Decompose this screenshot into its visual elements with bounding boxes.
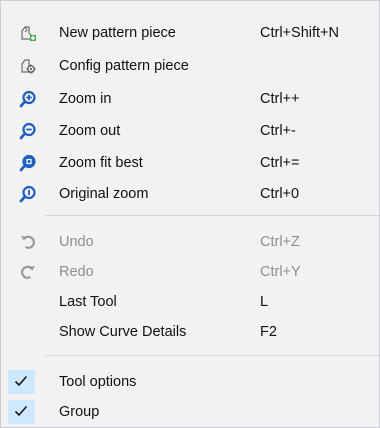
menu-item-label: Undo <box>59 234 94 250</box>
menu-item-shortcut: F2 <box>260 324 277 340</box>
menu-separator <box>45 355 379 356</box>
menu-item-zoom-in[interactable]: Zoom in Ctrl++ <box>1 86 379 112</box>
zoom-out-icon <box>19 122 37 140</box>
menu-item-label: Last Tool <box>59 294 117 310</box>
checkmark-icon <box>8 370 35 394</box>
menu-item-label: Redo <box>59 264 94 280</box>
menu-item-original-zoom[interactable]: Original zoom Ctrl+0 <box>1 181 379 207</box>
menu-item-redo[interactable]: Redo Ctrl+Y <box>1 259 379 285</box>
menu-item-shortcut: Ctrl+Z <box>260 234 300 250</box>
menu-item-last-tool[interactable]: Last Tool L <box>1 289 379 315</box>
zoom-in-icon <box>19 90 37 108</box>
menu-item-shortcut: Ctrl+- <box>260 123 296 139</box>
menu-item-label: Original zoom <box>59 186 149 202</box>
menu-item-group[interactable]: Group <box>1 399 379 425</box>
menu-item-tool-options[interactable]: Tool options <box>1 369 379 395</box>
menu-item-config-pattern-piece[interactable]: Config pattern piece <box>1 53 379 79</box>
menu-item-shortcut: L <box>260 294 269 310</box>
menu-item-label: Zoom out <box>59 123 121 139</box>
menu-item-new-pattern-piece[interactable]: New pattern piece Ctrl+Shift+N <box>1 20 379 46</box>
menu-item-zoom-out[interactable]: Zoom out Ctrl+- <box>1 118 379 144</box>
menu-item-label: Group <box>59 404 100 420</box>
menu-item-zoom-fit-best[interactable]: Zoom fit best Ctrl+= <box>1 150 379 176</box>
menu-separator <box>45 215 379 216</box>
context-menu: New pattern piece Ctrl+Shift+N Config pa… <box>0 0 380 428</box>
menu-item-label: Zoom in <box>59 91 112 107</box>
undo-icon <box>19 233 37 251</box>
menu-item-label: Tool options <box>59 374 137 390</box>
menu-item-shortcut: Ctrl+= <box>260 155 300 171</box>
new-pattern-piece-icon <box>19 24 37 42</box>
config-pattern-piece-icon <box>19 57 37 75</box>
menu-item-shortcut: Ctrl+0 <box>260 186 300 202</box>
zoom-fit-best-icon <box>19 154 37 172</box>
redo-icon <box>19 263 37 281</box>
menu-item-show-curve-details[interactable]: Show Curve Details F2 <box>1 319 379 345</box>
menu-item-label: Show Curve Details <box>59 324 187 340</box>
menu-item-label: Config pattern piece <box>59 58 189 74</box>
menu-item-shortcut: Ctrl+Y <box>260 264 301 280</box>
menu-item-shortcut: Ctrl++ <box>260 91 300 107</box>
checkmark-icon <box>8 400 35 424</box>
menu-item-undo[interactable]: Undo Ctrl+Z <box>1 229 379 255</box>
menu-item-shortcut: Ctrl+Shift+N <box>260 25 339 41</box>
original-zoom-icon <box>19 185 37 203</box>
menu-item-label: New pattern piece <box>59 25 176 41</box>
menu-item-label: Zoom fit best <box>59 155 143 171</box>
